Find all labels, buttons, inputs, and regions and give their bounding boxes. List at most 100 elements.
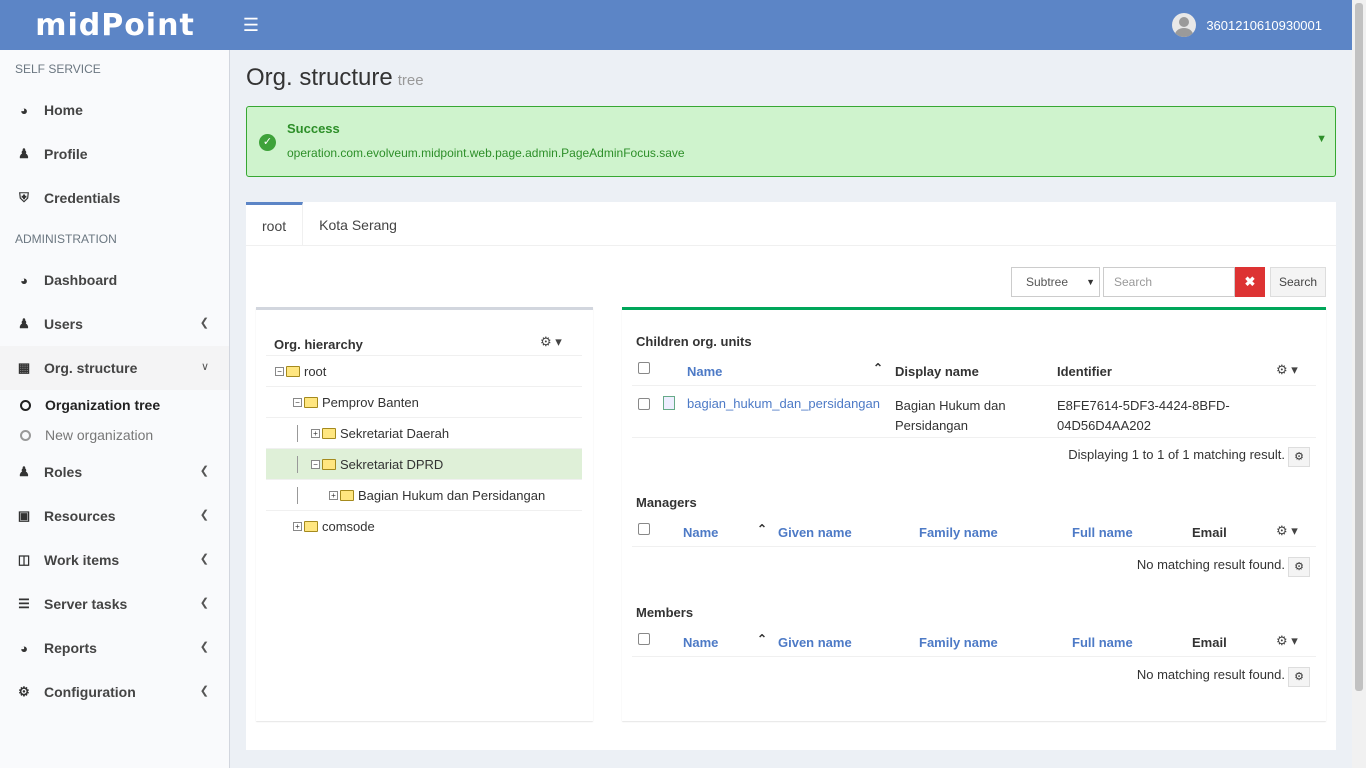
logo[interactable]: midPoint (0, 0, 230, 50)
user-name: 3601210610930001 (1206, 17, 1322, 33)
circle-icon (20, 429, 31, 441)
dashboard-icon: ◕ (20, 272, 28, 288)
expand-icon[interactable]: + (329, 490, 338, 500)
select-all-checkbox[interactable] (638, 633, 650, 645)
gear-icon[interactable]: ⚙ ▾ (1276, 523, 1298, 539)
folder-icon (322, 458, 336, 470)
expand-icon[interactable]: + (293, 521, 302, 531)
tab-root[interactable]: root (246, 202, 304, 246)
tab-bar: root Kota Serang (246, 202, 1336, 246)
sidebar-item-configuration[interactable]: ⚙ Configuration ❮ (0, 670, 229, 714)
column-name[interactable]: Name (683, 525, 718, 540)
column-family-name[interactable]: Family name (919, 635, 998, 650)
gear-icon[interactable]: ⚙ ▾ (540, 334, 562, 350)
divider (632, 437, 1316, 438)
tree-line (297, 456, 298, 473)
sidebar-item-server-tasks[interactable]: ☰ Server tasks ❮ (0, 582, 229, 626)
sidebar-item-work-items[interactable]: ◫ Work items ❮ (0, 538, 229, 582)
page-title-text: Org. structure (246, 64, 393, 91)
expand-icon[interactable]: + (311, 428, 320, 438)
gear-icon[interactable]: ⚙ (1288, 447, 1310, 467)
tree-list: − root − Pemprov Banten + Sekretariat Daera… (266, 355, 582, 541)
sort-asc-icon[interactable]: ⌃ (757, 522, 767, 536)
success-alert: ✓ Success operation.com.evolveum.midpoin… (246, 106, 1336, 177)
sort-asc-icon[interactable]: ⌃ (757, 632, 767, 646)
main-content: Org. structure tree ✓ Success operation.c… (231, 50, 1352, 768)
sidebar-item-label: Server tasks (44, 596, 128, 612)
gear-icon[interactable]: ⚙ (1288, 557, 1310, 577)
building-icon: ▦ (17, 360, 31, 375)
column-full-name[interactable]: Full name (1072, 525, 1133, 540)
tree-node-comsode[interactable]: + comsode (266, 510, 582, 541)
check-circle-icon: ✓ (259, 134, 276, 151)
role-icon: ♟ (18, 464, 30, 479)
row-name-link[interactable]: bagian_hukum_dan_persidangan (687, 396, 880, 411)
tree-node-sekretariat-dprd[interactable]: − Sekretariat DPRD (266, 448, 582, 479)
chevron-left-icon: ❮ (199, 685, 209, 697)
divider (632, 656, 1316, 657)
row-checkbox[interactable] (638, 398, 650, 410)
tab-kota-serang[interactable]: Kota Serang (303, 202, 413, 246)
clear-search-button[interactable]: ✖ (1235, 267, 1265, 297)
tree-node-root[interactable]: − root (266, 355, 582, 386)
tree-node-sekretariat-daerah[interactable]: + Sekretariat Daerah (266, 417, 582, 448)
sidebar-item-credentials[interactable]: ⛨ Credentials (0, 176, 229, 220)
collapse-icon[interactable]: − (311, 459, 320, 469)
page-scrollbar[interactable] (1352, 0, 1366, 768)
select-all-checkbox[interactable] (638, 523, 650, 535)
sidebar-item-dashboard[interactable]: ◕ Dashboard (0, 258, 229, 302)
tree-title: Org. hierarchy (274, 337, 363, 352)
collapse-icon[interactable]: − (293, 397, 302, 407)
chevron-down-icon: ∨ (200, 361, 209, 373)
column-given-name[interactable]: Given name (778, 635, 852, 650)
circle-icon (20, 399, 31, 411)
tree-node-bagian-hukum[interactable]: + Bagian Hukum dan Persidangan (266, 479, 582, 510)
scope-select[interactable]: Subtree ▼ (1011, 267, 1100, 297)
folder-icon (286, 365, 300, 377)
sidebar-item-org-structure[interactable]: ▦ Org. structure ∨ (0, 346, 229, 390)
sort-asc-icon[interactable]: ⌃ (873, 361, 883, 375)
column-display-name: Display name (895, 364, 979, 379)
menu-toggle-icon[interactable]: ☰ (238, 12, 264, 38)
gear-icon[interactable]: ⚙ (1288, 667, 1310, 687)
sidebar-item-profile[interactable]: ♟ Profile (0, 132, 229, 176)
tasks-icon: ☰ (18, 596, 30, 611)
folder-icon (340, 489, 354, 501)
chevron-left-icon: ❮ (199, 553, 209, 565)
search-button[interactable]: Search (1270, 267, 1326, 297)
search-input[interactable] (1103, 267, 1235, 297)
column-name[interactable]: Name (687, 364, 722, 379)
gear-icon[interactable]: ⚙ ▾ (1276, 633, 1298, 649)
top-header: midPoint ☰ 3601210610930001 (0, 0, 1352, 50)
sidebar-item-reports[interactable]: ◕ Reports ❮ (0, 626, 229, 670)
row-display-name: Bagian Hukum dan Persidangan (895, 396, 1006, 436)
sidebar-item-roles[interactable]: ♟ Roles ❮ (0, 450, 229, 494)
column-family-name[interactable]: Family name (919, 525, 998, 540)
sidebar-subitem-new-organization[interactable]: New organization (0, 420, 229, 450)
org-hierarchy-box: Org. hierarchy ⚙ ▾ − root − Pemprov Banten… (256, 307, 593, 721)
no-results-text: No matching result found. (1136, 667, 1285, 682)
sidebar-subitem-label: New organization (45, 427, 154, 443)
alert-message: operation.com.evolveum.midpoint.web.page… (287, 146, 685, 160)
sidebar-item-label: Credentials (44, 190, 121, 206)
select-all-checkbox[interactable] (638, 362, 650, 374)
sidebar-item-home[interactable]: ◕ Home (0, 88, 229, 132)
sidebar-item-resources[interactable]: ▣ Resources ❮ (0, 494, 229, 538)
caret-down-icon[interactable]: ▼ (1316, 133, 1327, 145)
sidebar-item-label: Roles (44, 464, 83, 480)
column-full-name[interactable]: Full name (1072, 635, 1133, 650)
tree-node-pemprov-banten[interactable]: − Pemprov Banten (266, 386, 582, 417)
column-name[interactable]: Name (683, 635, 718, 650)
tree-node-label: Sekretariat DPRD (340, 456, 444, 472)
collapse-icon[interactable]: − (275, 366, 284, 376)
users-icon: ♟ (18, 316, 30, 331)
gear-icon[interactable]: ⚙ ▾ (1276, 362, 1298, 378)
column-given-name[interactable]: Given name (778, 525, 852, 540)
sidebar-subitem-organization-tree[interactable]: Organization tree (0, 390, 229, 420)
managers-title: Managers (636, 495, 697, 510)
scrollbar-thumb[interactable] (1355, 3, 1363, 691)
sidebar-item-label: Configuration (44, 684, 136, 700)
tree-line (297, 487, 298, 504)
sidebar-item-users[interactable]: ♟ Users ❮ (0, 302, 229, 346)
user-menu[interactable]: 3601210610930001 (1172, 13, 1322, 37)
